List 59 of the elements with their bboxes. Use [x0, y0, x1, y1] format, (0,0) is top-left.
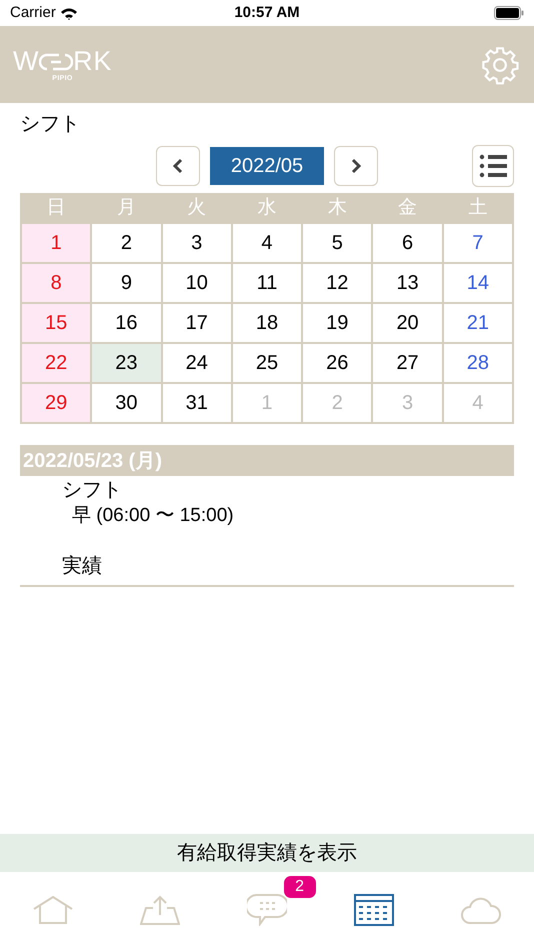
list-icon: [479, 153, 507, 179]
calendar-day[interactable]: 3: [162, 224, 231, 262]
calendar-day[interactable]: 7: [444, 224, 512, 262]
calendar-day[interactable]: 23: [92, 344, 161, 382]
chat-bubble-icon: [246, 894, 287, 926]
calendar-day[interactable]: 13: [373, 264, 442, 302]
calendar-day[interactable]: 22: [22, 344, 90, 382]
status-time: 10:57 AM: [234, 2, 300, 23]
calendar-day[interactable]: 27: [373, 344, 442, 382]
battery-icon: [494, 6, 524, 20]
previous-month-button[interactable]: [156, 146, 200, 186]
carrier-label: Carrier: [10, 2, 56, 23]
settings-icon: [480, 44, 520, 84]
calendar-day[interactable]: 8: [22, 264, 90, 302]
calendar-day[interactable]: 4: [232, 224, 302, 262]
calendar-day[interactable]: 19: [303, 304, 372, 342]
calendar-icon: [354, 894, 394, 926]
shift-time: 早 (06:00 〜 15:00): [71, 504, 234, 528]
calendar-day[interactable]: 31: [162, 384, 231, 422]
calendar-day[interactable]: 1: [22, 224, 90, 262]
wifi-icon: [60, 6, 78, 20]
chevron-right-icon: [350, 158, 362, 174]
cloud-icon: [460, 896, 501, 924]
calendar-day[interactable]: 17: [162, 304, 231, 342]
paid-leave-button[interactable]: 有給取得実績を表示: [0, 834, 534, 872]
selected-date-bar: 2022/05/23 (月): [20, 445, 514, 476]
calendar-day[interactable]: 29: [22, 384, 90, 422]
tab-bar-item[interactable]: 2: [214, 872, 320, 932]
calendar-day[interactable]: 18: [232, 304, 302, 342]
logo-text: RK: [73, 48, 112, 74]
shift-label: シフト: [62, 478, 122, 503]
calendar-day[interactable]: 2: [92, 224, 161, 262]
actual-label: 実績: [62, 554, 102, 579]
calendar-day[interactable]: 10: [162, 264, 231, 302]
upload-icon: [140, 895, 180, 925]
cloud-logo-icon: [39, 51, 74, 71]
calendar-day[interactable]: 14: [444, 264, 512, 302]
calendar-day[interactable]: 25: [232, 344, 302, 382]
calendar-day[interactable]: 24: [162, 344, 231, 382]
chevron-left-icon: [172, 158, 184, 174]
calendar-day[interactable]: 11: [232, 264, 302, 302]
list-view-button[interactable]: [472, 145, 514, 187]
unread-badge: 2: [284, 876, 316, 898]
calendar-day[interactable]: 30: [92, 384, 161, 422]
logo-text: W: [13, 48, 40, 74]
current-month: 2022/05: [210, 147, 324, 185]
calendar-day[interactable]: 15: [22, 304, 90, 342]
calendar-day[interactable]: 28: [444, 344, 512, 382]
home-icon: [33, 896, 74, 924]
calendar-day[interactable]: 26: [303, 344, 372, 382]
calendar-day[interactable]: 9: [92, 264, 161, 302]
calendar-day[interactable]: 16: [92, 304, 161, 342]
calendar-day[interactable]: 12: [303, 264, 372, 302]
calendar-day[interactable]: 6: [373, 224, 442, 262]
next-month-button[interactable]: [334, 146, 378, 186]
calendar-day[interactable]: 5: [303, 224, 372, 262]
calendar-day[interactable]: 20: [373, 304, 442, 342]
calendar-day[interactable]: 21: [444, 304, 512, 342]
page-title: シフト: [19, 112, 81, 137]
